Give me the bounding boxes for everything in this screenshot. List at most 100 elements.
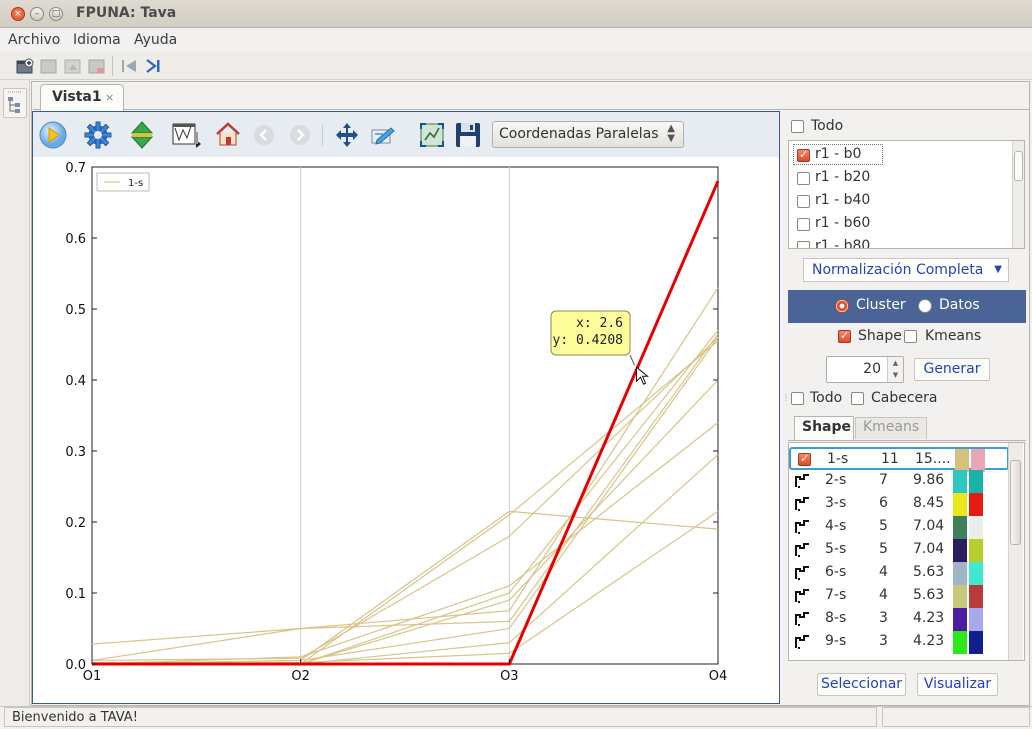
shape-row-2-s[interactable]: 2-s 7 9.86 [789, 470, 1009, 493]
run-button[interactable] [38, 120, 68, 150]
bundle-checkbox-4[interactable] [797, 241, 810, 248]
edit-axes-button[interactable] [368, 120, 398, 150]
y-tick-label: 0.3 [65, 445, 86, 460]
shape-row-3-s[interactable]: 3-s 6 8.45 [789, 493, 1009, 516]
shape-profile-icon [795, 635, 809, 649]
scroll-thumb[interactable] [1010, 460, 1021, 545]
cabecera-checkbox[interactable] [851, 392, 864, 405]
tab-close-icon[interactable]: × [105, 91, 114, 104]
shape-percent: 7.04 [913, 518, 945, 534]
shape-row-1-s[interactable]: 1-s 11 15.... [789, 447, 1009, 472]
shape-count: 11 [881, 451, 899, 467]
bundle-checkbox-1[interactable] [797, 172, 810, 185]
forward-arrow-icon [290, 125, 310, 145]
bundle-label-4[interactable]: r1 - b80 [815, 238, 870, 248]
last-button[interactable] [142, 55, 164, 77]
shape-checkbox[interactable] [798, 452, 811, 466]
shape-profile-icon [795, 474, 809, 488]
tree-view-icon [8, 91, 22, 113]
x-tick-label: O2 [291, 669, 310, 684]
bundle-list-scrollbar[interactable] [1012, 141, 1024, 248]
shape-checkbox[interactable] [838, 329, 851, 343]
menu-archivo[interactable]: Archivo [8, 32, 60, 48]
save-button[interactable] [453, 120, 483, 150]
shape-percent: 4.23 [913, 610, 945, 626]
tab-label: Vista1 [52, 89, 102, 105]
color-swatch-2 [969, 562, 983, 585]
generar-button[interactable]: Generar [914, 358, 990, 381]
todo-shapes-checkbox[interactable] [791, 392, 804, 405]
todo-checkbox[interactable] [791, 120, 804, 133]
shape-label: Shape [858, 328, 902, 344]
first-button[interactable] [118, 55, 140, 77]
shape-row-8-s[interactable]: 8-s 3 4.23 [789, 608, 1009, 631]
chart-export-button[interactable] [170, 120, 201, 150]
window-maximize-button[interactable]: □ [49, 7, 63, 21]
splitter-handle[interactable]: ⋮ [782, 393, 790, 413]
tab-shape[interactable]: Shape [794, 416, 854, 440]
color-swatch-2 [969, 470, 983, 493]
shape-table[interactable]: 1-s 11 15.... 2-s 7 9.86 3-s 6 8.45 4-s 5 7.04 5-s 5 7… [788, 442, 1025, 661]
tab-vista1[interactable]: Vista1 × [40, 84, 124, 111]
dropdown-arrow-icon: ▼ [994, 264, 1002, 275]
bundle-label-2[interactable]: r1 - b40 [815, 192, 870, 208]
bundle-checkbox-0[interactable] [797, 148, 810, 162]
cluster-radio[interactable] [835, 299, 849, 313]
datos-label: Datos [939, 297, 980, 313]
tab-kmeans[interactable]: Kmeans [855, 417, 927, 439]
cluster-label: Cluster [856, 297, 906, 313]
select-arrows-icon: ▲ ▼ [667, 123, 675, 144]
todo-shapes-label: Todo [810, 390, 843, 406]
tooltip-y-label: y: 0.4208 [553, 333, 623, 348]
menu-ayuda[interactable]: Ayuda [134, 32, 177, 48]
back-button[interactable] [249, 120, 279, 150]
bundle-label-1[interactable]: r1 - b20 [815, 169, 870, 185]
pan-button[interactable] [332, 120, 362, 150]
toolbar-disabled-button-1[interactable] [38, 55, 60, 77]
play-icon [39, 121, 67, 149]
new-view-button[interactable] [14, 55, 36, 77]
bundle-label-3[interactable]: r1 - b60 [815, 215, 870, 231]
tooltip-x-label: x: 2.6 [576, 316, 623, 331]
home-button[interactable] [213, 120, 243, 150]
zoom-fit-button[interactable] [417, 120, 447, 150]
datos-radio[interactable] [918, 299, 932, 313]
menu-idioma[interactable]: Idioma [73, 32, 121, 48]
color-swatch-2 [969, 539, 983, 562]
spinner-arrows-icon[interactable]: ▲ ▼ [887, 357, 903, 382]
shape-name: 6-s [825, 564, 847, 580]
seleccionar-button[interactable]: Seleccionar [817, 673, 906, 696]
scroll-thumb[interactable] [1014, 151, 1023, 181]
shape-row-6-s[interactable]: 6-s 4 5.63 [789, 562, 1009, 585]
forward-button[interactable] [285, 120, 315, 150]
visualizar-button[interactable]: Visualizar [917, 673, 998, 696]
kmeans-checkbox[interactable] [904, 330, 917, 343]
window-remove-icon [88, 59, 105, 74]
shape-percent: 8.45 [913, 495, 945, 511]
reorder-axes-button[interactable] [127, 120, 157, 150]
cluster-count-spinner[interactable]: 20 ▲ ▼ [826, 356, 904, 383]
normalization-select[interactable]: Normalización Completa ▼ [803, 258, 1009, 282]
home-icon [216, 122, 240, 146]
bundle-checkbox-2[interactable] [797, 195, 810, 208]
shape-row-7-s[interactable]: 7-s 4 5.63 [789, 585, 1009, 608]
bundle-label-0[interactable]: r1 - b0 [815, 146, 861, 162]
tree-panel-toggle[interactable] [3, 88, 27, 118]
x-tick-label: O3 [500, 669, 519, 684]
shape-row-5-s[interactable]: 5-s 5 7.04 [789, 539, 1009, 562]
shape-row-4-s[interactable]: 4-s 5 7.04 [789, 516, 1009, 539]
window-close-button[interactable]: × [11, 7, 25, 21]
window-minimize-button[interactable]: – [30, 7, 44, 21]
color-swatch-1 [953, 470, 967, 493]
toolbar-disabled-button-3[interactable] [86, 55, 108, 77]
settings-button[interactable] [83, 120, 113, 150]
toolbar-disabled-button-2[interactable] [62, 55, 84, 77]
bundle-checkbox-3[interactable] [797, 218, 810, 231]
view-type-select[interactable]: Coordenadas Paralelas ▲ ▼ [492, 121, 684, 148]
parallel-coordinates-chart[interactable]: 0.00.10.20.30.40.50.60.7O1 O2 O3 O4 1-s x: … [34, 158, 779, 702]
shape-row-9-s[interactable]: 9-s 3 4.23 [789, 631, 1009, 654]
bundle-list[interactable]: r1 - b0 r1 - b20 r1 - b40 r1 - b60 r1 - … [788, 140, 1025, 249]
shape-percent: 5.63 [913, 564, 945, 580]
color-swatch-2 [969, 631, 983, 654]
color-swatch-1 [953, 539, 967, 562]
